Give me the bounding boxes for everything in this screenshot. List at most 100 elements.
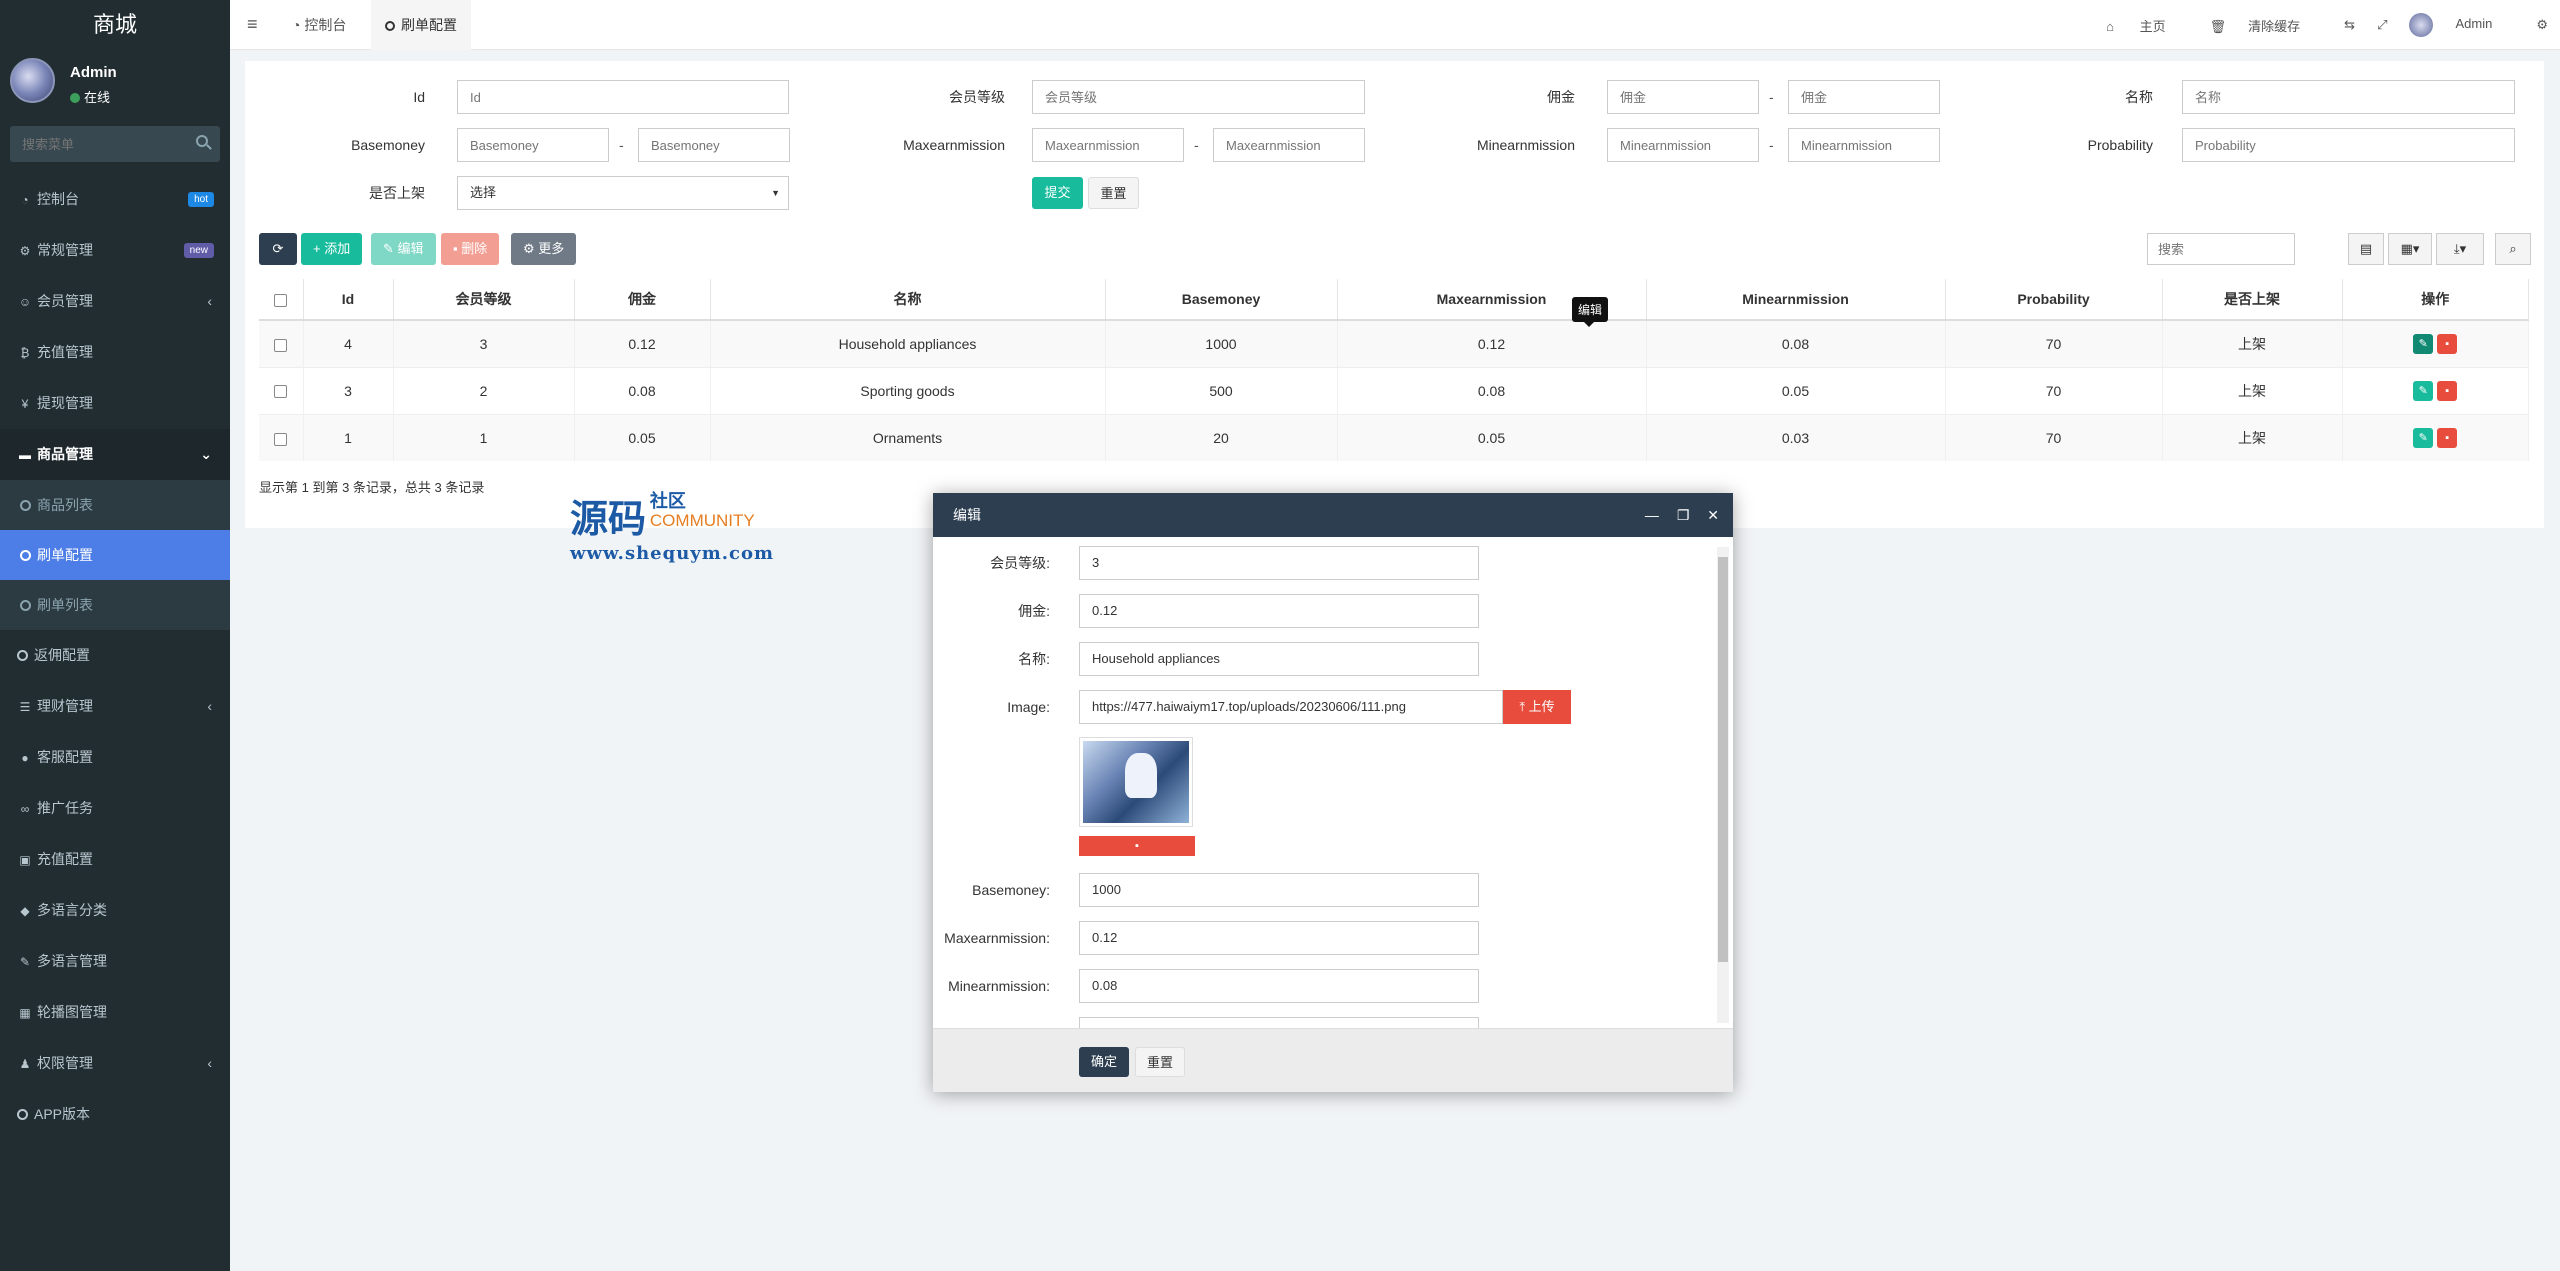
col-header[interactable]: 佣金 xyxy=(574,279,711,321)
filter-minearn-max-input[interactable] xyxy=(1788,128,1940,162)
more-button[interactable]: ⚙ 更多 xyxy=(511,233,577,265)
sidebar-item-order-list[interactable]: 刷单列表 xyxy=(0,580,230,630)
sidebar: 商城 Admin 在线 ◔ 控制台 hot ⚙ 常规管理 new ☺ 会员管理 ‹ ₿ 充值管… xyxy=(0,0,230,1271)
search-icon[interactable] xyxy=(196,135,208,147)
sidebar-item-rebate[interactable]: 返佣配置 xyxy=(0,630,230,681)
tab-dashboard[interactable]: ◔ 控制台 xyxy=(278,0,360,50)
probability-field[interactable]: 70 xyxy=(1079,1017,1479,1028)
col-header[interactable]: Id xyxy=(303,279,394,321)
sidebar-item-recharge-config[interactable]: ▣ 充值配置 xyxy=(0,834,230,885)
submit-button[interactable]: 提交 xyxy=(1032,177,1083,209)
sidebar-item-withdraw[interactable]: ¥ 提现管理 xyxy=(0,378,230,429)
minimize-icon[interactable]: — xyxy=(1645,507,1659,523)
sidebar-item-products[interactable]: ▬ 商品管理 ⌄ xyxy=(0,429,230,480)
sidebar-item-product-list[interactable]: 商品列表 xyxy=(0,480,230,530)
filter-commission-min-input[interactable] xyxy=(1607,80,1759,114)
commission-field[interactable]: 0.12 xyxy=(1079,594,1479,628)
tag-icon: ◆ xyxy=(20,904,30,918)
col-header[interactable]: Probability xyxy=(1945,279,2163,321)
cell-status: 上架 xyxy=(2162,319,2343,367)
fullscreen-icon[interactable]: ⤢ xyxy=(2377,17,2387,33)
filter-status-select[interactable]: 选择 ▼ xyxy=(457,176,789,210)
image-url-field[interactable]: https://477.haiwaiym17.top/uploads/20230… xyxy=(1079,690,1503,724)
row-checkbox[interactable] xyxy=(274,432,288,446)
clear-cache-button[interactable]: 🗑 清除缓存 xyxy=(2210,16,2323,35)
sidebar-search-input[interactable] xyxy=(10,126,220,162)
col-header[interactable]: 名称 xyxy=(710,279,1106,321)
row-checkbox[interactable] xyxy=(274,385,288,399)
columns-button[interactable]: ▦▾ xyxy=(2388,233,2432,265)
confirm-button[interactable]: 确定 xyxy=(1079,1047,1129,1077)
col-header[interactable]: Minearnmission xyxy=(1646,279,1946,321)
row-checkbox[interactable] xyxy=(274,338,288,352)
trash-icon: 🗑 xyxy=(2209,18,2227,34)
sidebar-item-general[interactable]: ⚙ 常规管理 new xyxy=(0,225,230,276)
table-row[interactable]: 3 2 0.08 Sporting goods 500 0.08 0.05 70… xyxy=(259,366,2529,414)
col-header: 操作 xyxy=(2342,279,2529,321)
filter-minearn-min-input[interactable] xyxy=(1607,128,1759,162)
user-menu[interactable]: Admin xyxy=(2409,13,2514,37)
table-search-input[interactable] xyxy=(2147,233,2295,265)
maximize-icon[interactable]: ❐ xyxy=(1677,507,1690,523)
sidebar-item-permissions[interactable]: ♟ 权限管理 ‹ xyxy=(0,1038,230,1089)
col-header[interactable]: 会员等级 xyxy=(393,279,575,321)
sidebar-item-support[interactable]: ● 客服配置 xyxy=(0,732,230,783)
sidebar-item-members[interactable]: ☺ 会员管理 ‹ xyxy=(0,276,230,327)
filter-level-input[interactable] xyxy=(1032,80,1365,114)
row-edit-button[interactable]: ✎ xyxy=(2413,380,2434,401)
row-edit-button[interactable]: ✎ xyxy=(2413,333,2434,354)
filter-probability-input[interactable] xyxy=(2182,128,2515,162)
home-link[interactable]: ⌂ 主页 xyxy=(2106,16,2187,35)
sidebar-item-lang-manage[interactable]: ✎ 多语言管理 xyxy=(0,936,230,987)
upload-button[interactable]: ⤒ 上传 xyxy=(1503,690,1571,724)
row-delete-button[interactable]: ▪ xyxy=(2437,427,2458,448)
toggle-view-button[interactable]: ▤ xyxy=(2348,233,2384,265)
maxearn-field[interactable]: 0.12 xyxy=(1079,921,1479,955)
select-all-checkbox[interactable] xyxy=(274,293,288,307)
row-delete-button[interactable]: ▪ xyxy=(2437,380,2458,401)
tab-order-config[interactable]: 刷单配置 xyxy=(371,0,471,50)
filter-id-input[interactable] xyxy=(457,80,789,114)
hamburger-icon[interactable]: ≡ xyxy=(247,14,258,35)
filter-maxearn-min-input[interactable] xyxy=(1032,128,1184,162)
basemoney-field[interactable]: 1000 xyxy=(1079,873,1479,907)
image-delete-button[interactable]: ▪ xyxy=(1079,836,1195,856)
sidebar-item-dashboard[interactable]: ◔ 控制台 hot xyxy=(0,174,230,225)
sidebar-item-recharge[interactable]: ₿ 充值管理 xyxy=(0,327,230,378)
filter-basemoney-max-input[interactable] xyxy=(638,128,790,162)
filter-commission-max-input[interactable] xyxy=(1788,80,1940,114)
advanced-search-button[interactable]: ⌕ xyxy=(2495,233,2531,265)
brand-logo[interactable]: 商城 xyxy=(0,0,230,50)
filter-name-input[interactable] xyxy=(2182,80,2515,114)
scrollbar-thumb[interactable] xyxy=(1718,557,1728,962)
filter-basemoney-min-input[interactable] xyxy=(457,128,609,162)
table-row[interactable]: 4 3 0.12 Household appliances 1000 0.12 … xyxy=(259,319,2529,367)
close-icon[interactable]: ✕ xyxy=(1707,507,1719,523)
filter-maxearn-max-input[interactable] xyxy=(1213,128,1365,162)
sidebar-item-lang-category[interactable]: ◆ 多语言分类 xyxy=(0,885,230,936)
name-field[interactable]: Household appliances xyxy=(1079,642,1479,676)
col-header[interactable]: Basemoney xyxy=(1105,279,1338,321)
row-delete-button[interactable]: ▪ xyxy=(2437,333,2458,354)
reset-button[interactable]: 重置 xyxy=(1088,177,1139,209)
table-row[interactable]: 1 1 0.05 Ornaments 20 0.05 0.03 70 上架 ✎ ▪ xyxy=(259,413,2529,461)
delete-button[interactable]: ▪ 删除 xyxy=(441,233,500,265)
sidebar-item-app-version[interactable]: APP版本 xyxy=(0,1089,230,1140)
sidebar-item-carousel[interactable]: ▦ 轮播图管理 xyxy=(0,987,230,1038)
minearn-field[interactable]: 0.08 xyxy=(1079,969,1479,1003)
export-button[interactable]: ⤓▾ xyxy=(2436,233,2484,265)
row-edit-button[interactable]: ✎ xyxy=(2413,427,2434,448)
sidebar-item-order-config[interactable]: 刷单配置 xyxy=(0,530,230,580)
settings-icon[interactable]: ⚙ xyxy=(2536,17,2548,33)
level-field[interactable]: 3 xyxy=(1079,546,1479,580)
sidebar-item-promotion[interactable]: ∞ 推广任务 xyxy=(0,783,230,834)
add-button[interactable]: + 添加 xyxy=(301,233,363,265)
refresh-button[interactable]: ⟳ xyxy=(259,233,297,265)
image-preview[interactable] xyxy=(1079,737,1193,827)
col-header[interactable]: 是否上架 xyxy=(2162,279,2343,321)
modal-reset-button[interactable]: 重置 xyxy=(1135,1047,1185,1077)
edit-button[interactable]: ✎ 编辑 xyxy=(371,233,436,265)
language-icon[interactable]: ⇆ xyxy=(2344,17,2355,33)
sidebar-item-finance[interactable]: ☰ 理财管理 ‹ xyxy=(0,681,230,732)
modal-scrollbar[interactable] xyxy=(1717,547,1729,1023)
